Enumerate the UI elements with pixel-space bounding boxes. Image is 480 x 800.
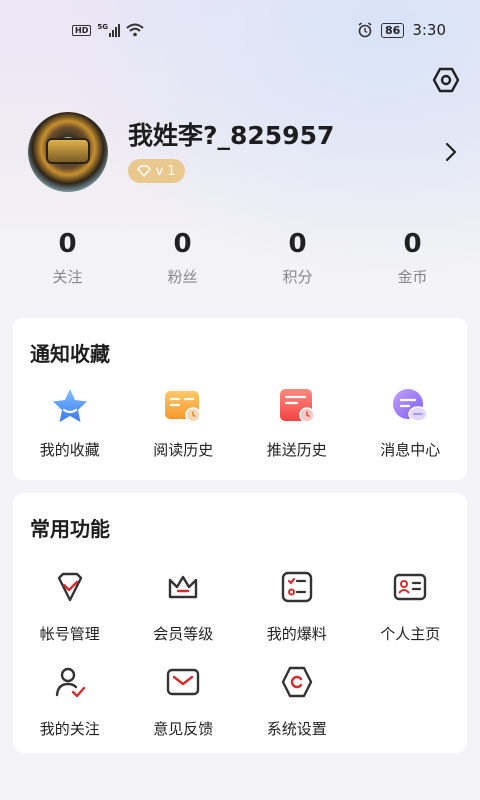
section-title: 常用功能: [30, 517, 110, 541]
item-label: 意见反馈: [153, 720, 214, 738]
diamond-icon: [137, 165, 152, 177]
stat-following[interactable]: 0 关注: [10, 226, 125, 287]
reading-history-item[interactable]: 阅读历史: [127, 386, 241, 460]
stat-points[interactable]: 0 积分: [240, 226, 355, 287]
personal-homepage-item[interactable]: 个人主页: [354, 567, 468, 644]
status-bar: HD 5G 86 3:30: [0, 0, 480, 60]
crown-icon: [163, 567, 203, 607]
alarm-icon: [358, 22, 372, 38]
profile-detail-button[interactable]: [442, 140, 460, 164]
account-management-item[interactable]: 帐号管理: [13, 567, 127, 644]
item-label: 推送历史: [266, 441, 327, 459]
battery-indicator: 86: [381, 22, 405, 38]
item-label: 个人主页: [380, 625, 441, 643]
book-clock-icon: [163, 386, 203, 426]
vip-level-badge[interactable]: v 1: [128, 159, 185, 183]
checklist-icon: [277, 567, 317, 607]
network-label: 5G: [97, 23, 108, 31]
message-center-item[interactable]: 消息中心: [354, 386, 468, 460]
member-level-item[interactable]: 会员等级: [127, 567, 241, 644]
stat-value: 0: [58, 229, 77, 259]
stat-label: 金币: [397, 268, 428, 286]
stat-value: 0: [173, 229, 192, 259]
stat-label: 粉丝: [167, 268, 198, 286]
stat-fans[interactable]: 0 粉丝: [125, 226, 240, 287]
item-label: 帐号管理: [39, 625, 100, 643]
settings-button[interactable]: [430, 64, 462, 96]
message-icon: [390, 386, 430, 426]
item-label: 会员等级: [153, 625, 214, 643]
user-check-icon: [50, 662, 90, 702]
my-favorites-item[interactable]: 我的收藏: [13, 386, 127, 460]
common-functions-card: 常用功能 帐号管理 会员等级 我的爆料 个人主页 我的关注 意见反馈 系统设置: [13, 493, 467, 753]
stat-value: 0: [288, 229, 307, 259]
status-time: 3:30: [412, 21, 446, 39]
id-card-icon: [390, 567, 430, 607]
username[interactable]: 我姓李?_825957: [128, 116, 334, 152]
item-label: 我的关注: [39, 720, 100, 738]
my-reports-item[interactable]: 我的爆料: [240, 567, 354, 644]
status-right: 86 3:30: [357, 21, 446, 39]
avatar-image: [46, 138, 90, 164]
item-label: 我的收藏: [39, 441, 100, 459]
notify-grid: 我的收藏 阅读历史 推送历史 消息中心: [13, 386, 467, 460]
section-title: 通知收藏: [30, 342, 110, 366]
item-label: 消息中心: [380, 441, 441, 459]
settings-icon: [432, 67, 460, 93]
item-label: 我的爆料: [266, 625, 327, 643]
hex-settings-icon: [277, 662, 317, 702]
star-icon: [50, 386, 90, 426]
stat-label: 关注: [52, 268, 83, 286]
chevron-right-icon: [445, 142, 457, 162]
my-following-item[interactable]: 我的关注: [13, 662, 127, 739]
avatar[interactable]: [28, 112, 108, 192]
stat-label: 积分: [282, 268, 313, 286]
status-left: HD 5G: [72, 23, 144, 37]
envelope-icon: [163, 662, 203, 702]
signal-icon: 5G: [97, 23, 120, 37]
item-label: 系统设置: [266, 720, 327, 738]
push-history-icon: [277, 386, 317, 426]
system-settings-item[interactable]: 系统设置: [240, 662, 354, 739]
item-label: 阅读历史: [153, 441, 214, 459]
account-shield-icon: [50, 567, 90, 607]
common-grid-row-1: 帐号管理 会员等级 我的爆料 个人主页: [13, 567, 467, 644]
stat-coins[interactable]: 0 金币: [355, 226, 470, 287]
notify-favorites-card: 通知收藏 我的收藏 阅读历史 推送历史 消息中心: [13, 318, 467, 480]
push-history-item[interactable]: 推送历史: [240, 386, 354, 460]
hd-indicator: HD: [72, 24, 92, 36]
stats-row: 0 关注 0 粉丝 0 积分 0 金币: [0, 226, 480, 287]
common-grid-row-2: 我的关注 意见反馈 系统设置: [13, 662, 467, 739]
stat-value: 0: [403, 229, 422, 259]
wifi-icon: [126, 23, 144, 37]
vip-level-text: v 1: [155, 163, 176, 179]
feedback-item[interactable]: 意见反馈: [127, 662, 241, 739]
